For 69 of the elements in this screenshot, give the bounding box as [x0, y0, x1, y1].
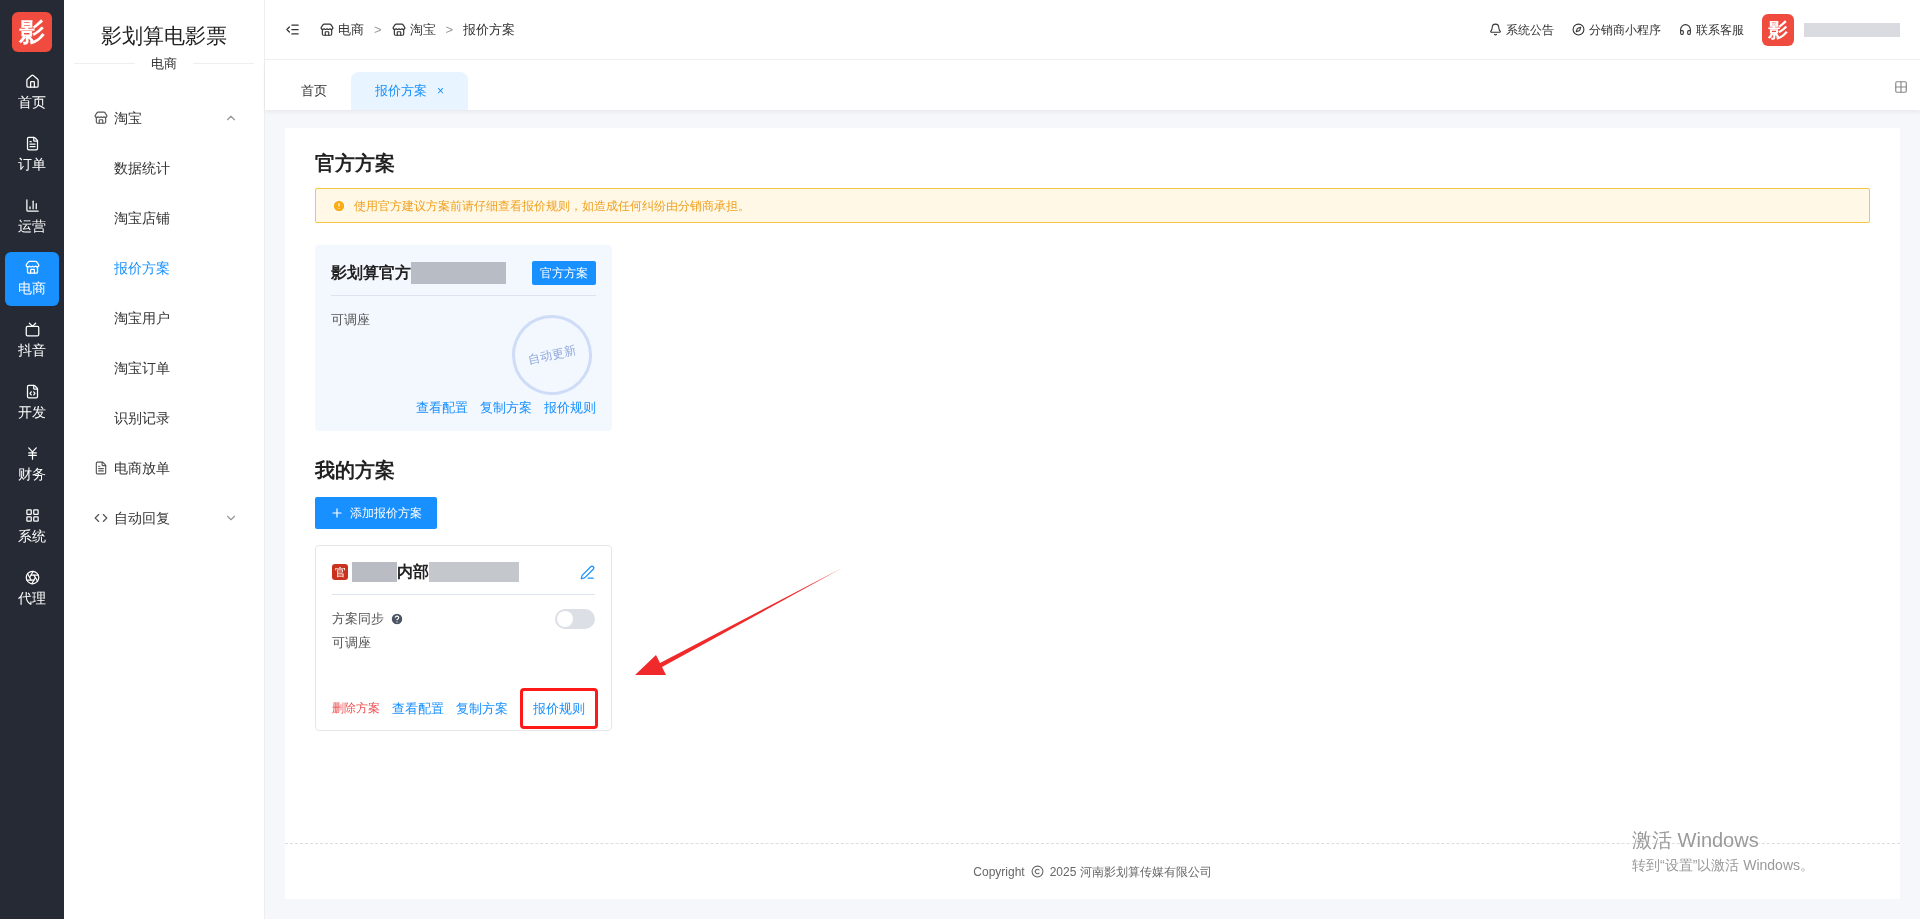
blurred-text — [352, 562, 397, 582]
menu-item[interactable]: 自动回复 — [64, 493, 264, 543]
delete-link[interactable]: 删除方案 — [332, 699, 380, 718]
rail-item[interactable]: 首页 — [5, 66, 59, 120]
activation-title: 激活 Windows — [1632, 828, 1760, 853]
header-link[interactable]: 分销商小程序 — [1572, 20, 1661, 39]
activation-hint: 转到“设置”以激活 Windows。 — [1632, 856, 1814, 875]
plan-note: 可调座 — [332, 634, 372, 652]
store-icon — [320, 22, 334, 37]
store-icon — [24, 259, 40, 275]
section-heading: 我的方案 — [315, 458, 396, 483]
rail-item[interactable]: 系统 — [5, 500, 59, 554]
plan-title: 内部 — [397, 562, 429, 582]
store-icon — [94, 111, 108, 125]
code-icon — [24, 383, 40, 399]
bell-icon — [1489, 23, 1502, 36]
section-heading: 官方方案 — [315, 151, 396, 176]
brand-title: 影划算电影票 — [100, 23, 228, 49]
official-tag: 官 — [332, 564, 348, 580]
rail-item[interactable]: 代理 — [5, 562, 59, 616]
breadcrumb-separator: > — [374, 20, 382, 39]
breadcrumb-link[interactable]: 电商 — [320, 19, 364, 40]
plus-icon — [330, 506, 344, 520]
sync-label: 方案同步 — [332, 610, 384, 629]
header-link[interactable]: 系统公告 — [1489, 20, 1554, 39]
tv-icon — [24, 321, 40, 337]
brand-subtitle: 电商 — [150, 54, 178, 73]
store-icon — [391, 22, 406, 37]
warning-icon — [332, 198, 346, 213]
menu-item[interactable]: 电商放单 — [64, 443, 264, 493]
aperture-icon — [24, 569, 40, 585]
submenu-item[interactable]: 识别记录 — [64, 393, 264, 443]
rail-item[interactable]: 抖音 — [5, 314, 59, 368]
submenu-item[interactable]: 淘宝店铺 — [64, 193, 264, 243]
bar-chart-icon — [24, 197, 40, 213]
menu-item[interactable]: 淘宝 — [64, 93, 264, 143]
headset-icon — [1679, 23, 1692, 36]
grid-icon[interactable] — [1894, 80, 1908, 94]
official-badge: 官方方案 — [532, 261, 596, 285]
submenu-item[interactable]: 淘宝订单 — [64, 343, 264, 393]
page-tab[interactable]: 首页 — [277, 72, 351, 110]
help-icon[interactable] — [390, 612, 404, 626]
copyright-icon — [1030, 865, 1044, 878]
warning-alert: 使用官方建议方案前请仔细查看报价规则，如造成任何纠纷由分销商承担。 — [315, 188, 1870, 223]
home-icon — [24, 73, 40, 89]
plan-title: 影划算官方 — [331, 263, 411, 283]
document-icon — [24, 135, 40, 151]
rail-item[interactable]: 财务 — [5, 438, 59, 492]
breadcrumb-link[interactable]: 淘宝 — [391, 19, 436, 40]
rail-item[interactable]: 订单 — [5, 128, 59, 182]
compass-icon — [1572, 23, 1585, 36]
breadcrumb-separator: > — [445, 20, 454, 39]
submenu-item[interactable]: 数据统计 — [64, 143, 264, 193]
copyright-text: 2025 河南影划算传媒有限公司 — [1049, 863, 1212, 881]
submenu-item[interactable]: 淘宝用户 — [64, 293, 264, 343]
breadcrumb-link[interactable]: 报价方案 — [463, 19, 516, 40]
sync-switch[interactable] — [555, 609, 595, 629]
rail-item[interactable]: 开发 — [5, 376, 59, 430]
rail-item[interactable]: 运营 — [5, 190, 59, 244]
code-icon — [94, 511, 108, 525]
copyright-label: Copyright — [973, 863, 1025, 881]
edit-icon[interactable] — [580, 564, 595, 580]
avatar[interactable]: 影 — [1762, 13, 1794, 46]
header-link[interactable]: 联系客服 — [1679, 20, 1744, 39]
document-icon — [94, 461, 108, 475]
collapse-menu-icon[interactable] — [285, 22, 300, 37]
plan-note: 可调座 — [331, 311, 371, 329]
grid-icon — [24, 507, 40, 523]
logo: 影 — [12, 12, 52, 52]
